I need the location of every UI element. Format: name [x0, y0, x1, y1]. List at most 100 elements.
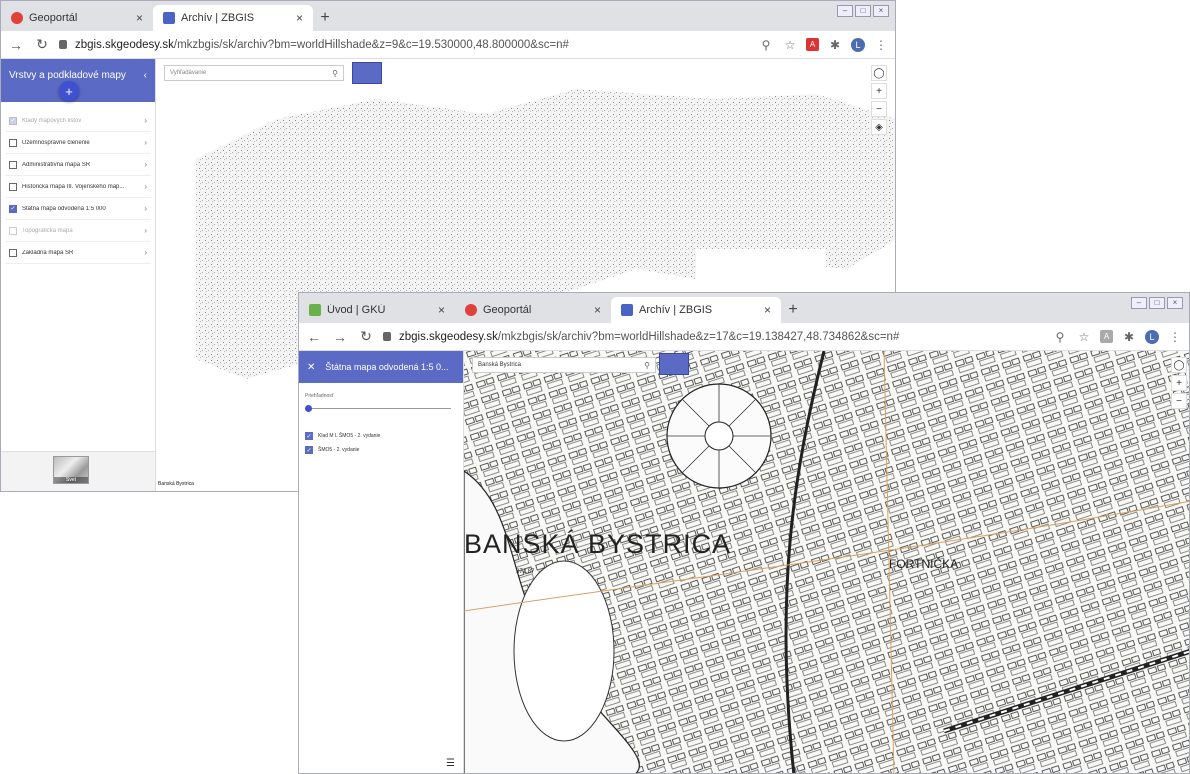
tab-title: Úvod | GKÚ: [327, 304, 386, 316]
close-icon[interactable]: ✕: [307, 362, 315, 373]
tab-strip: Úvod | GKÚ × Geoportál × Archív | ZBGIS …: [299, 293, 1189, 323]
collapse-chevron-icon[interactable]: ‹: [144, 70, 147, 81]
map-gap: [696, 249, 826, 289]
close-window-button[interactable]: ×: [873, 5, 889, 17]
layer-item[interactable]: Základná mapa SR ›: [5, 242, 151, 264]
layer-item[interactable]: Topografická mapa ›: [5, 220, 151, 242]
sublayer-item[interactable]: ✓ ŠMO5 - 2. vydanie: [305, 443, 457, 457]
search-icon[interactable]: ⚲: [644, 361, 650, 370]
checkbox[interactable]: ✓: [305, 432, 313, 440]
close-tab-icon[interactable]: ×: [764, 303, 771, 317]
chevron-right-icon[interactable]: ›: [144, 248, 147, 257]
map-controls: ◯ + − ◈: [871, 65, 887, 135]
layer-label: Topografická mapa: [22, 227, 73, 234]
layer-detail-panel: ✕ Štátna mapa odvodená 1:5 0... Priehľad…: [299, 351, 464, 773]
opacity-section: Priehľadnosť: [299, 383, 463, 415]
sublayer-item[interactable]: ✓ Klad M L ŠMO5 - 2. vydanie: [305, 429, 457, 443]
zoom-in-button[interactable]: +: [871, 83, 887, 99]
extensions-puzzle-icon[interactable]: ✱: [827, 38, 843, 52]
chevron-right-icon[interactable]: ›: [144, 204, 147, 213]
layer-item[interactable]: ✓ Klady mapových listov ›: [5, 110, 151, 132]
zoom-out-button[interactable]: −: [871, 101, 887, 117]
menu-kebab-icon[interactable]: ⋮: [873, 38, 889, 52]
search-box[interactable]: Vyhľadávanie ⚲: [164, 65, 344, 81]
close-window-button[interactable]: ×: [1167, 297, 1183, 309]
layer-item[interactable]: Historická mapa III. Vojenského map... ›: [5, 176, 151, 198]
pdf-extension-icon[interactable]: A: [806, 38, 819, 51]
checkbox[interactable]: [9, 160, 17, 169]
zoom-icon[interactable]: ⚲: [758, 38, 774, 52]
chevron-right-icon[interactable]: ›: [144, 160, 147, 169]
maximize-button[interactable]: □: [855, 5, 871, 17]
bookmark-star-icon[interactable]: ☆: [782, 38, 798, 52]
locate-icon[interactable]: ◯: [871, 65, 887, 81]
profile-avatar[interactable]: L: [1145, 329, 1159, 344]
tab-archiv-zbgis[interactable]: Archív | ZBGIS ×: [611, 297, 781, 323]
close-tab-icon[interactable]: ×: [594, 303, 601, 317]
city-label: BANSKÁ BYSTRICA: [464, 529, 732, 559]
close-tab-icon[interactable]: ×: [438, 303, 445, 317]
checkbox[interactable]: ✓: [9, 204, 17, 213]
close-tab-icon[interactable]: ×: [136, 11, 143, 25]
chevron-right-icon[interactable]: ›: [144, 182, 147, 191]
window-controls: – □ ×: [1131, 297, 1183, 309]
geoportal-favicon-icon: [11, 12, 23, 24]
profile-avatar[interactable]: L: [851, 37, 865, 52]
layer-item[interactable]: ✓ Štátna mapa odvodená 1:5 000 ›: [5, 198, 151, 220]
address-bar[interactable]: zbgis.skgeodesy.sk/mkzbgis/sk/archiv?bm=…: [75, 39, 750, 51]
window-controls: – □ ×: [837, 5, 889, 17]
new-tab-button[interactable]: +: [313, 5, 337, 31]
pdf-extension-icon[interactable]: A: [1100, 330, 1113, 343]
layer-item[interactable]: Územnosprávne členenie ›: [5, 132, 151, 154]
map-canvas[interactable]: BANSKÁ BYSTRICA FORTNIČKA 372.87 Banská …: [464, 351, 1189, 773]
tab-title: Geoportál: [483, 304, 532, 316]
zoom-icon[interactable]: ⚲: [1052, 330, 1068, 344]
chevron-right-icon[interactable]: ›: [144, 138, 147, 147]
overview-map-button[interactable]: [352, 62, 382, 84]
spot-height-label: 372.87: [516, 569, 535, 575]
minimize-button[interactable]: –: [1131, 297, 1147, 309]
overview-map-button[interactable]: [659, 353, 689, 375]
chevron-right-icon[interactable]: ›: [144, 226, 147, 235]
reload-icon[interactable]: ↻: [357, 328, 375, 345]
checkbox[interactable]: ✓: [9, 116, 17, 125]
reload-icon[interactable]: ↻: [33, 36, 51, 53]
maximize-button[interactable]: □: [1149, 297, 1165, 309]
bookmark-star-icon[interactable]: ☆: [1076, 330, 1092, 344]
extensions-puzzle-icon[interactable]: ✱: [1121, 330, 1137, 344]
tab-geoportal[interactable]: Geoportál ×: [1, 5, 153, 31]
opacity-slider[interactable]: [305, 403, 457, 415]
checkbox[interactable]: [9, 248, 17, 257]
address-bar[interactable]: zbgis.skgeodesy.sk/mkzbgis/sk/archiv?bm=…: [399, 331, 1044, 343]
tab-uvod-gku[interactable]: Úvod | GKÚ ×: [299, 297, 455, 323]
forward-arrow-icon[interactable]: →: [331, 329, 349, 345]
checkbox[interactable]: [9, 182, 17, 191]
checkbox[interactable]: ✓: [305, 446, 313, 454]
checkbox[interactable]: [9, 226, 17, 235]
zoom-in-button[interactable]: +: [1171, 375, 1187, 391]
zbgis-favicon-icon: [163, 12, 175, 24]
add-layer-button[interactable]: +: [59, 81, 79, 101]
forward-arrow-icon[interactable]: →: [7, 37, 25, 53]
hamburger-menu-icon[interactable]: ☰: [446, 758, 455, 769]
slider-thumb[interactable]: [305, 405, 312, 412]
search-box[interactable]: Banská Bystrica ⚲: [472, 357, 656, 373]
layer-item[interactable]: Administratívna mapa SR ›: [5, 154, 151, 176]
minimize-button[interactable]: –: [837, 5, 853, 17]
menu-kebab-icon[interactable]: ⋮: [1167, 330, 1183, 344]
tab-archiv-zbgis[interactable]: Archív | ZBGIS ×: [153, 5, 313, 31]
back-arrow-icon[interactable]: ←: [305, 329, 323, 345]
locate-icon[interactable]: ◯: [1171, 357, 1187, 373]
checkbox[interactable]: [9, 138, 17, 147]
chevron-right-icon[interactable]: ›: [144, 116, 147, 125]
layers-stack-icon[interactable]: ◈: [871, 119, 887, 135]
close-tab-icon[interactable]: ×: [296, 11, 303, 25]
sublayer-list: ✓ Klad M L ŠMO5 - 2. vydanie ✓ ŠMO5 - 2. v…: [299, 415, 463, 457]
basemap-thumbnail[interactable]: Svet: [53, 456, 89, 484]
stadium-track: [513, 560, 615, 742]
plaza-center: [704, 421, 734, 451]
tab-geoportal[interactable]: Geoportál ×: [455, 297, 611, 323]
zoom-out-button[interactable]: −: [1171, 393, 1187, 409]
search-icon[interactable]: ⚲: [332, 69, 338, 78]
new-tab-button[interactable]: +: [781, 297, 805, 323]
